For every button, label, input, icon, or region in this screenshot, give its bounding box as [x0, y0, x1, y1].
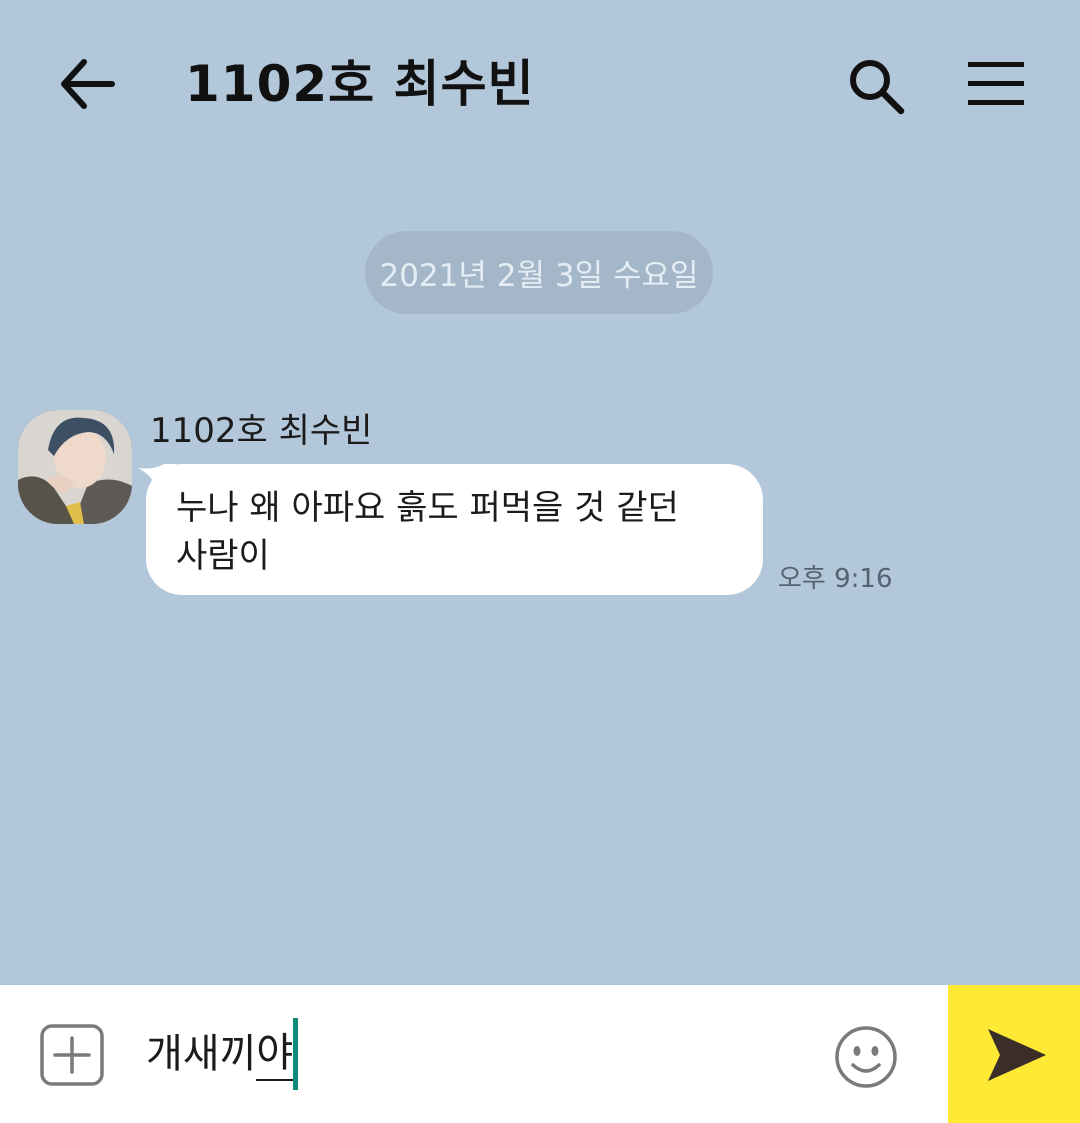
message-input[interactable]: 개새끼 야	[146, 1018, 806, 1090]
menu-button[interactable]	[968, 60, 1024, 108]
search-button[interactable]	[846, 56, 906, 116]
send-button[interactable]	[948, 985, 1080, 1123]
text-caret	[293, 1018, 299, 1090]
back-button[interactable]	[58, 56, 116, 112]
emoji-button[interactable]	[834, 1025, 898, 1089]
composing-text: 야	[256, 1027, 294, 1081]
smiley-icon	[835, 1026, 897, 1088]
message-time: 오후 9:16	[778, 564, 893, 594]
send-icon	[988, 1029, 1046, 1081]
search-icon	[850, 60, 905, 115]
hamburger-menu-icon	[968, 62, 1024, 105]
message-bubble[interactable]: 누나 왜 아파요 흙도 퍼먹을 것 같던 사람이	[146, 464, 763, 595]
chat-title: 1102호 최수빈	[185, 55, 535, 113]
sender-avatar[interactable]	[18, 410, 132, 524]
input-text: 개새끼	[146, 1031, 257, 1077]
chat-header: 1102호 최수빈	[0, 0, 1080, 170]
sender-name: 1102호 최수빈	[150, 411, 373, 451]
date-divider: 2021년 2월 3일 수요일	[365, 231, 713, 314]
attach-button[interactable]	[40, 1024, 104, 1086]
avatar-photo	[18, 410, 132, 524]
plus-square-icon	[40, 1024, 104, 1086]
arrow-left-icon	[61, 59, 115, 109]
